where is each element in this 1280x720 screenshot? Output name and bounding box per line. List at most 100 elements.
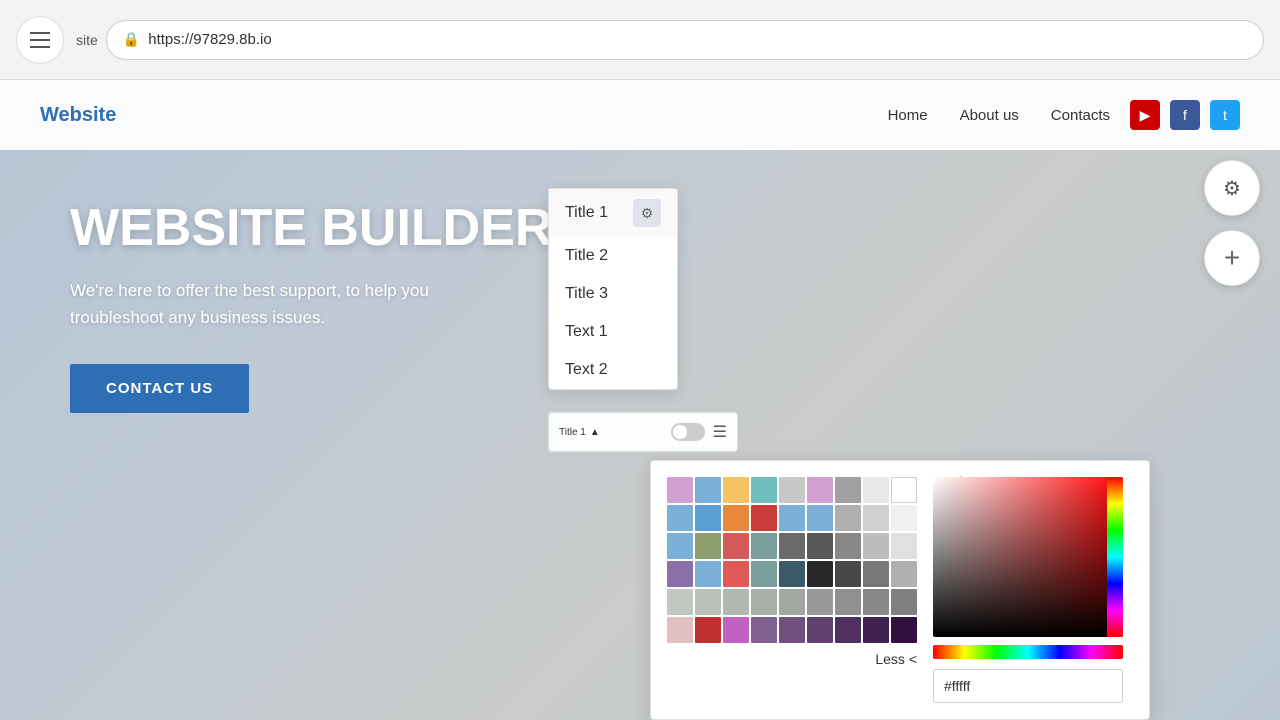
nav-link-about[interactable]: About us xyxy=(960,107,1019,124)
swatch[interactable] xyxy=(723,617,749,643)
url-bar[interactable]: 🔒 https://97829.8b.io xyxy=(106,20,1264,60)
swatch[interactable] xyxy=(863,477,889,503)
swatch[interactable] xyxy=(807,505,833,531)
contact-us-button[interactable]: CONTACT US xyxy=(70,364,249,413)
rainbow-bar[interactable] xyxy=(933,645,1123,659)
swatch[interactable] xyxy=(667,505,693,531)
nav-logo: Website xyxy=(40,104,116,127)
swatch[interactable] xyxy=(751,617,777,643)
youtube-icon[interactable]: ▶ xyxy=(1130,100,1160,130)
dropdown-item-text1[interactable]: Text 1 xyxy=(549,313,677,351)
text-format-toolbar: Title 1 ▲ ☰ xyxy=(548,412,738,452)
dropdown-item-label: Title 1 xyxy=(565,204,608,222)
item-settings-icon[interactable]: ⚙ xyxy=(633,199,661,227)
add-button[interactable]: + xyxy=(1204,230,1260,286)
dropdown-item-label: Text 1 xyxy=(565,323,608,341)
hero-subtitle: We're here to offer the best support, to… xyxy=(70,277,490,331)
swatch[interactable] xyxy=(807,533,833,559)
nav-links: Home About us Contacts xyxy=(888,107,1110,124)
swatch[interactable] xyxy=(723,505,749,531)
swatch[interactable] xyxy=(667,561,693,587)
swatch[interactable] xyxy=(807,617,833,643)
url-text: https://97829.8b.io xyxy=(148,31,271,48)
site-label: site xyxy=(76,32,98,48)
hero-title: WEBSITE BUILDER xyxy=(70,200,552,257)
less-button[interactable]: Less < xyxy=(667,651,917,667)
toolbar-arrow-icon: ▲ xyxy=(590,427,600,438)
swatch[interactable] xyxy=(779,477,805,503)
swatch[interactable] xyxy=(751,533,777,559)
swatch[interactable] xyxy=(723,589,749,615)
hex-input[interactable] xyxy=(933,669,1123,703)
swatch[interactable] xyxy=(779,533,805,559)
swatch[interactable] xyxy=(695,561,721,587)
swatch[interactable] xyxy=(695,589,721,615)
toolbar-toggle[interactable] xyxy=(671,423,705,441)
swatch[interactable] xyxy=(835,589,861,615)
swatch[interactable] xyxy=(667,617,693,643)
nav-link-home[interactable]: Home xyxy=(888,107,928,124)
swatch[interactable] xyxy=(863,617,889,643)
gradient-picker: ◂ xyxy=(933,477,1133,703)
toolbar-label-text: Title 1 xyxy=(559,427,586,438)
hero-content: WEBSITE BUILDER We're here to offer the … xyxy=(70,200,552,413)
dropdown-item-label: Text 2 xyxy=(565,361,608,379)
swatch[interactable] xyxy=(891,533,917,559)
swatch[interactable] xyxy=(891,561,917,587)
swatch[interactable] xyxy=(807,561,833,587)
swatch[interactable] xyxy=(695,533,721,559)
swatch[interactable] xyxy=(807,477,833,503)
nav-social: ▶ f t xyxy=(1130,100,1240,130)
swatch[interactable] xyxy=(667,589,693,615)
swatch[interactable] xyxy=(751,561,777,587)
swatch[interactable] xyxy=(751,477,777,503)
dropdown-item-title1[interactable]: Title 1 ⚙ xyxy=(549,189,677,237)
browser-menu-button[interactable] xyxy=(16,16,64,64)
swatch[interactable] xyxy=(723,533,749,559)
website-area: Website Home About us Contacts ▶ f t WEB… xyxy=(0,80,1280,720)
swatch[interactable] xyxy=(667,533,693,559)
swatch[interactable] xyxy=(835,533,861,559)
swatch[interactable] xyxy=(863,561,889,587)
swatch[interactable] xyxy=(835,477,861,503)
swatch[interactable] xyxy=(723,561,749,587)
swatch[interactable] xyxy=(863,505,889,531)
settings-button[interactable]: ⚙ xyxy=(1204,160,1260,216)
swatch[interactable] xyxy=(863,589,889,615)
swatch[interactable] xyxy=(835,617,861,643)
swatch[interactable] xyxy=(723,477,749,503)
swatch[interactable] xyxy=(667,477,693,503)
swatch[interactable] xyxy=(891,617,917,643)
swatch[interactable] xyxy=(779,561,805,587)
swatch[interactable] xyxy=(779,589,805,615)
gradient-canvas[interactable] xyxy=(933,477,1123,637)
swatch[interactable] xyxy=(779,617,805,643)
swatch[interactable] xyxy=(695,477,721,503)
swatch[interactable] xyxy=(835,561,861,587)
hamburger-icon xyxy=(30,32,50,48)
swatch[interactable] xyxy=(891,505,917,531)
gear-icon: ⚙ xyxy=(1223,176,1241,201)
align-icon[interactable]: ☰ xyxy=(713,422,727,442)
twitter-icon[interactable]: t xyxy=(1210,100,1240,130)
dropdown-item-title3[interactable]: Title 3 xyxy=(549,275,677,313)
toolbar-style-label[interactable]: Title 1 ▲ xyxy=(559,427,663,438)
dropdown-menu: Title 1 ⚙ Title 2 Title 3 Text 1 Text 2 xyxy=(548,188,678,390)
plus-icon: + xyxy=(1224,242,1240,274)
swatch[interactable] xyxy=(779,505,805,531)
swatch-white[interactable] xyxy=(891,477,917,503)
swatch[interactable] xyxy=(807,589,833,615)
nav-link-contacts[interactable]: Contacts xyxy=(1051,107,1110,124)
swatch[interactable] xyxy=(891,589,917,615)
dropdown-item-title2[interactable]: Title 2 xyxy=(549,237,677,275)
swatch[interactable] xyxy=(751,589,777,615)
swatch[interactable] xyxy=(751,505,777,531)
swatch[interactable] xyxy=(835,505,861,531)
swatch[interactable] xyxy=(695,617,721,643)
facebook-icon[interactable]: f xyxy=(1170,100,1200,130)
swatches-section: Less < xyxy=(667,477,917,703)
swatch[interactable] xyxy=(695,505,721,531)
dropdown-item-text2[interactable]: Text 2 xyxy=(549,351,677,389)
dropdown-item-label: Title 3 xyxy=(565,285,608,303)
swatch[interactable] xyxy=(863,533,889,559)
